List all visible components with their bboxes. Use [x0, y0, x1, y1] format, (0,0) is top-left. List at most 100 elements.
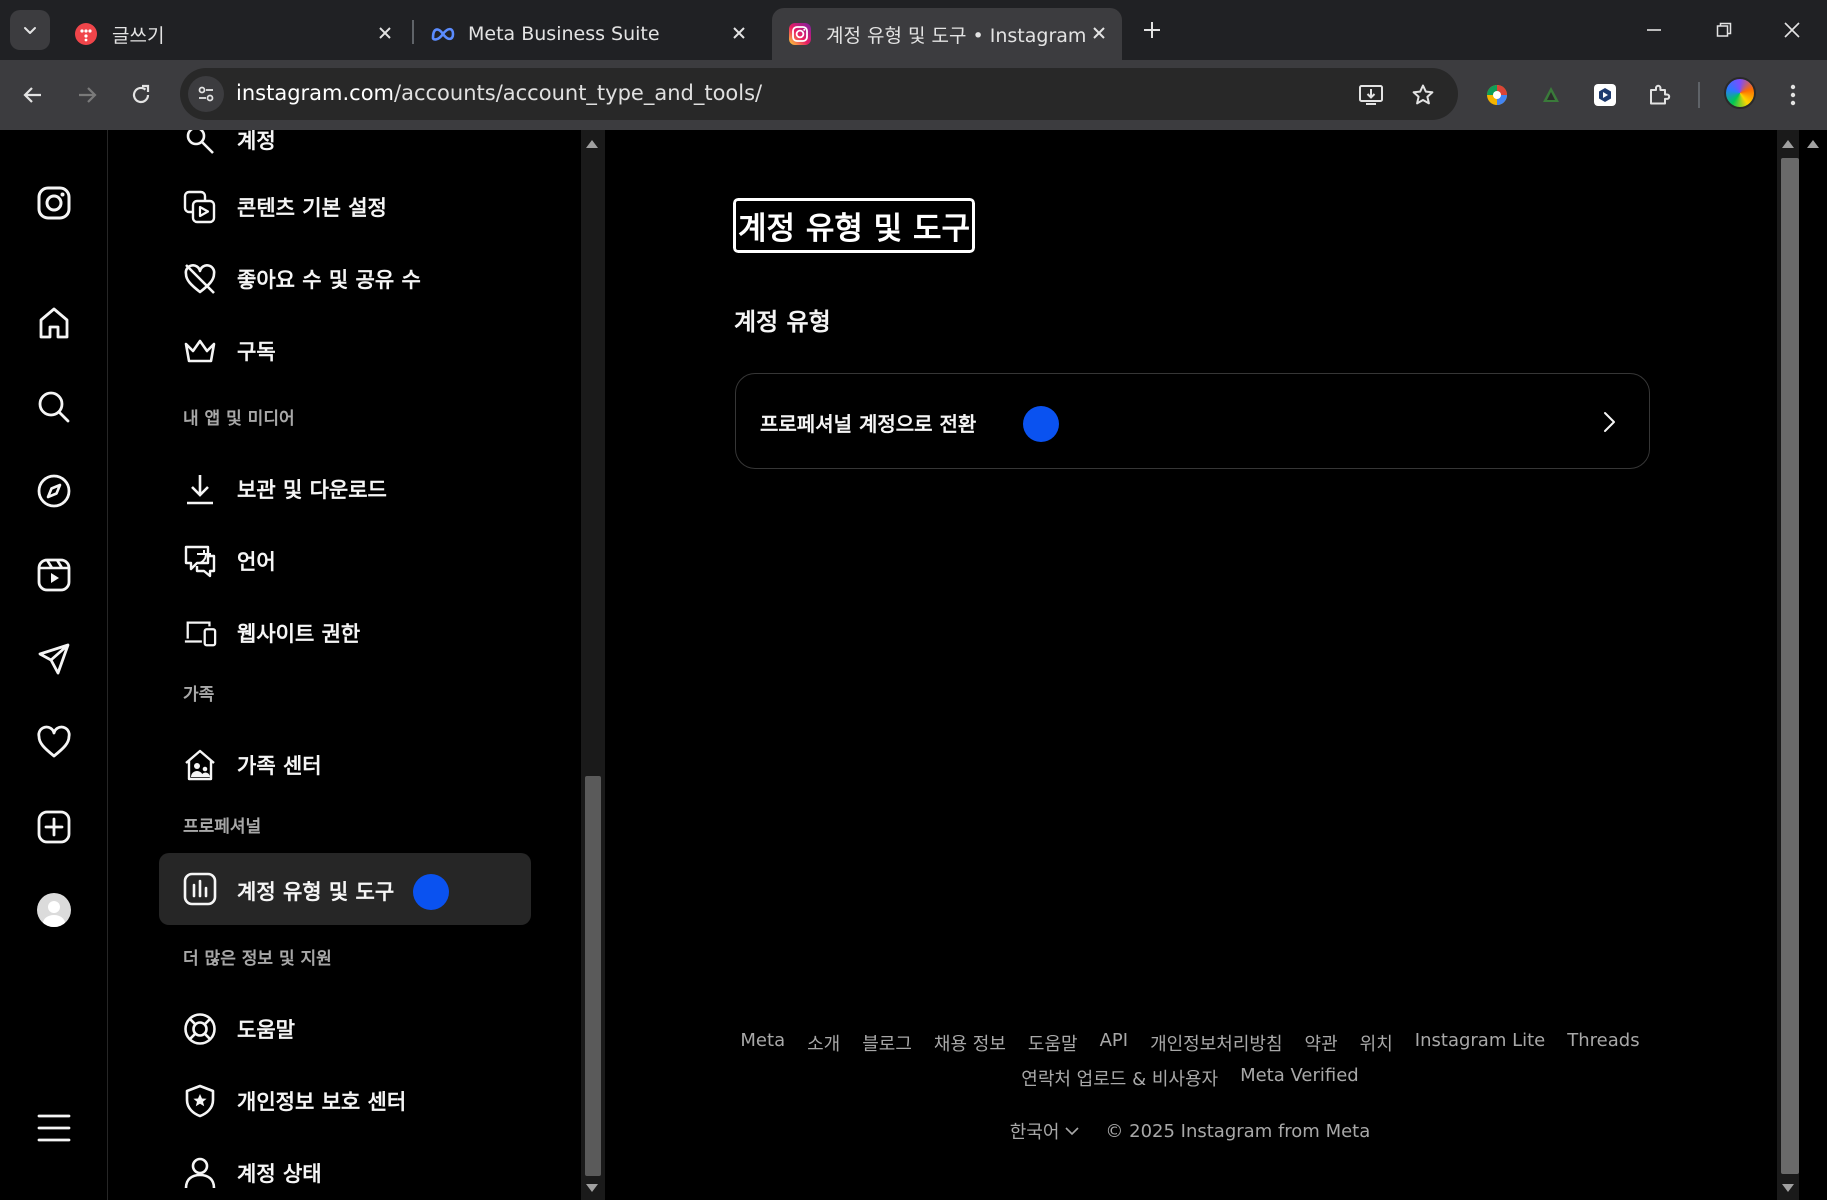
tab-instagram-account-type[interactable]: 계정 유형 및 도구 • Instagram — [772, 8, 1122, 60]
language-select[interactable]: 한국어 — [1010, 1118, 1080, 1144]
chevron-right-icon — [1599, 410, 1619, 434]
bookmark-button[interactable] — [1406, 78, 1440, 112]
site-info-button[interactable] — [188, 76, 224, 112]
browser-profile-avatar[interactable] — [1724, 77, 1756, 109]
reload-button[interactable] — [124, 78, 158, 112]
footer-link[interactable]: Meta — [740, 1030, 785, 1056]
scroll-down-arrow-icon[interactable] — [1782, 1184, 1794, 1192]
extensions-button[interactable] — [1642, 78, 1676, 112]
chevron-down-icon — [22, 22, 38, 38]
footer-link[interactable]: 소개 — [807, 1030, 840, 1056]
settings-item-website-permissions[interactable]: 웹사이트 권한 — [159, 602, 529, 660]
address-bar[interactable]: instagram.com/accounts/account_type_and_… — [180, 68, 1458, 120]
search-icon[interactable] — [34, 387, 74, 427]
settings-item-content-preferences[interactable]: 콘텐츠 기본 설정 — [159, 176, 529, 234]
section-header-more-info: 더 많은 정보 및 지원 — [183, 949, 332, 969]
settings-item-like-share-counts[interactable]: 좋아요 수 및 공유 수 — [159, 248, 529, 306]
minimize-button[interactable] — [1636, 12, 1672, 48]
create-icon[interactable] — [34, 807, 74, 847]
scroll-up-arrow-icon[interactable] — [586, 140, 598, 148]
home-icon[interactable] — [34, 303, 74, 343]
back-button[interactable] — [16, 78, 50, 112]
footer-link[interactable]: 도움말 — [1028, 1030, 1078, 1056]
scroll-up-arrow-icon[interactable] — [1807, 140, 1819, 148]
explore-icon[interactable] — [34, 471, 74, 511]
instagram-logo-icon[interactable] — [34, 183, 74, 223]
switch-to-professional-button[interactable]: 프로페셔널 계정으로 전환 — [735, 373, 1650, 469]
settings-item-help[interactable]: 도움말 — [159, 998, 529, 1056]
footer-link[interactable]: 연락처 업로드 & 비사용자 — [1021, 1065, 1218, 1091]
forward-button[interactable] — [70, 78, 104, 112]
settings-item-label: 계정 상태 — [237, 1162, 322, 1186]
footer-link[interactable]: Instagram Lite — [1415, 1030, 1545, 1056]
install-app-icon — [1358, 83, 1384, 107]
extension-colorful-button[interactable] — [1480, 78, 1514, 112]
settings-item-account-type-tools[interactable]: 계정 유형 및 도구 — [159, 853, 531, 925]
settings-item-label: 구독 — [237, 340, 276, 364]
settings-item-label: 계정 — [237, 130, 276, 153]
tab-title: 계정 유형 및 도구 • Instagram — [826, 24, 1087, 47]
close-icon[interactable] — [374, 22, 396, 44]
page-scroll-thumb[interactable] — [1781, 158, 1799, 1174]
menu-dots-icon — [1789, 83, 1797, 107]
page-scroll-track[interactable] — [1777, 130, 1799, 1200]
devices-icon — [183, 616, 217, 650]
tab-meta-business-suite[interactable]: Meta Business Suite — [414, 8, 762, 60]
url-host: instagram.com — [236, 81, 395, 105]
footer-link[interactable]: 약관 — [1305, 1030, 1338, 1056]
browser-menu-button[interactable] — [1776, 78, 1810, 112]
restore-button[interactable] — [1706, 12, 1742, 48]
reels-icon[interactable] — [34, 555, 74, 595]
settings-item-privacy-center[interactable]: 개인정보 보호 센터 — [159, 1070, 529, 1128]
person-icon — [183, 1156, 217, 1190]
window-close-button[interactable] — [1774, 12, 1810, 48]
new-tab-button[interactable] — [1138, 16, 1166, 44]
puzzle-icon — [1647, 83, 1671, 107]
extension-triangle-icon — [1540, 84, 1562, 106]
tab-search-button[interactable] — [10, 10, 50, 50]
messages-icon[interactable] — [34, 639, 74, 679]
close-icon[interactable] — [1088, 22, 1110, 44]
section-header-professional: 프로페셔널 — [183, 817, 262, 837]
settings-item-label: 콘텐츠 기본 설정 — [237, 196, 387, 220]
profile-avatar[interactable] — [37, 893, 71, 927]
footer-link[interactable]: Meta Verified — [1240, 1065, 1359, 1091]
more-menu-icon[interactable] — [34, 1108, 74, 1148]
extension-cube-icon — [1592, 82, 1618, 108]
install-app-button[interactable] — [1354, 78, 1388, 112]
settings-item-account[interactable]: 계정 — [159, 130, 529, 167]
tab-writing[interactable]: 글쓰기 — [58, 8, 408, 60]
footer-link[interactable]: 위치 — [1360, 1030, 1393, 1056]
notifications-heart-icon[interactable] — [34, 723, 74, 763]
footer-link[interactable]: 블로그 — [862, 1030, 912, 1056]
site-info-icon — [196, 84, 216, 104]
sidebar-scrollbar[interactable] — [581, 130, 605, 1200]
settings-item-subscriptions[interactable]: 구독 — [159, 320, 529, 378]
extension-cube-button[interactable] — [1588, 78, 1622, 112]
settings-item-label: 도움말 — [237, 1018, 295, 1042]
section-header-family: 가족 — [183, 685, 215, 705]
footer-link[interactable]: 채용 정보 — [934, 1030, 1006, 1056]
toolbar-divider — [1698, 82, 1700, 108]
shield-star-icon — [183, 1084, 217, 1118]
footer-link[interactable]: 개인정보처리방침 — [1150, 1030, 1282, 1056]
scroll-down-arrow-icon[interactable] — [586, 1184, 598, 1192]
scroll-up-arrow-icon[interactable] — [1782, 140, 1794, 148]
footer-bottom: 한국어 © 2025 Instagram from Meta — [605, 1118, 1775, 1144]
settings-item-label: 개인정보 보호 센터 — [237, 1090, 407, 1114]
footer-link[interactable]: API — [1100, 1030, 1128, 1056]
page-scrollbar[interactable] — [1775, 130, 1827, 1200]
browser-tab-bar: 글쓰기 Meta Business Suite 계정 유형 및 도구 • Ins… — [0, 0, 1827, 60]
settings-item-family-center[interactable]: 가족 센터 — [159, 734, 529, 792]
settings-item-label: 웹사이트 권한 — [237, 622, 361, 646]
close-icon[interactable] — [728, 22, 750, 44]
content-preferences-icon — [183, 190, 217, 224]
extension-triangle-button[interactable] — [1534, 78, 1568, 112]
url-text: instagram.com/accounts/account_type_and_… — [236, 81, 762, 105]
sidebar-scroll-thumb[interactable] — [585, 776, 601, 1176]
browser-toolbar: instagram.com/accounts/account_type_and_… — [0, 60, 1827, 130]
settings-item-archive-download[interactable]: 보관 및 다운로드 — [159, 458, 529, 516]
settings-item-account-status[interactable]: 계정 상태 — [159, 1142, 529, 1200]
settings-item-language[interactable]: 언어 — [159, 530, 529, 588]
footer-link[interactable]: Threads — [1567, 1030, 1639, 1056]
